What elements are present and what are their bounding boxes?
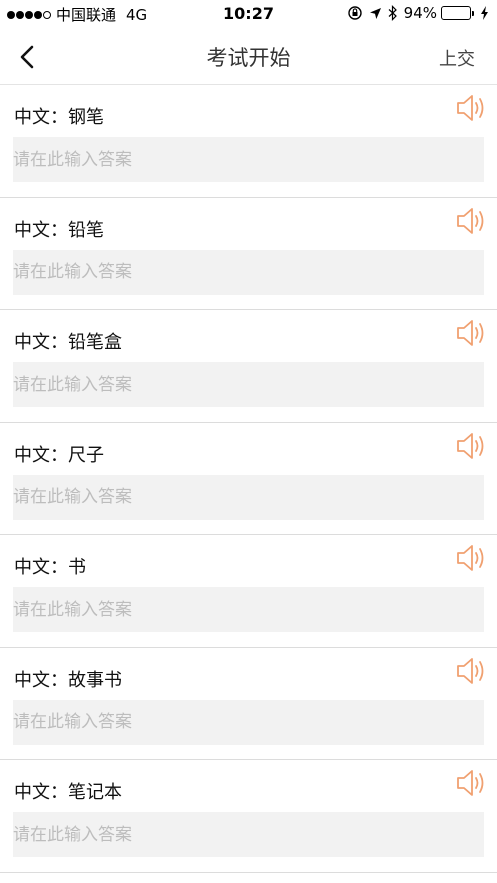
question-label: 中文：尺子 bbox=[14, 444, 104, 466]
submit-button[interactable]: 上交 bbox=[439, 45, 475, 71]
speaker-icon bbox=[457, 432, 484, 459]
speaker-button[interactable] bbox=[455, 766, 489, 800]
speaker-icon bbox=[457, 657, 484, 684]
question-label: 中文：铅笔盒 bbox=[14, 332, 122, 353]
speaker-icon bbox=[457, 95, 484, 121]
status-right: 94% bbox=[341, 4, 489, 22]
nav-bar: 考试开始 上交 bbox=[0, 28, 497, 85]
battery-icon bbox=[441, 6, 474, 20]
location-arrow-icon bbox=[369, 7, 382, 20]
screen: 中国联通 4G 10:27 94% 考试开始 上交 中文：钢笔 请在此输入答案 … bbox=[0, 0, 497, 883]
speaker-button[interactable] bbox=[455, 429, 489, 463]
answer-input[interactable] bbox=[13, 137, 484, 182]
question-item: 中文：铅笔 bbox=[0, 198, 497, 310]
question-list: 中文：钢笔 中文：铅笔 中文：铅笔盒 bbox=[0, 85, 497, 873]
speaker-icon bbox=[457, 770, 484, 796]
charging-bolt-icon bbox=[480, 6, 489, 20]
answer-input[interactable] bbox=[13, 474, 484, 520]
page-title: 考试开始 bbox=[206, 46, 291, 70]
status-bar: 中国联通 4G 10:27 94% bbox=[0, 0, 497, 28]
answer-input[interactable] bbox=[13, 812, 484, 857]
battery-percent: 94% bbox=[403, 4, 437, 22]
answer-input[interactable] bbox=[13, 362, 484, 407]
speaker-button[interactable] bbox=[455, 654, 489, 688]
question-item: 中文：铅笔盒 bbox=[0, 310, 497, 423]
question-item: 中文：尺子 bbox=[0, 423, 497, 535]
speaker-button[interactable] bbox=[455, 541, 489, 575]
speaker-button[interactable] bbox=[455, 316, 489, 350]
question-item: 中文：笔记本 bbox=[0, 760, 497, 873]
question-label: 中文：钢笔 bbox=[14, 107, 104, 128]
answer-input[interactable] bbox=[13, 249, 484, 295]
speaker-button[interactable] bbox=[455, 91, 489, 125]
answer-input[interactable] bbox=[13, 587, 484, 632]
question-label: 中文：书 bbox=[14, 557, 86, 578]
answer-input[interactable] bbox=[13, 699, 484, 745]
question-item: 中文：故事书 bbox=[0, 648, 497, 760]
speaker-icon bbox=[457, 207, 484, 234]
question-label: 中文：笔记本 bbox=[14, 782, 122, 803]
question-item: 中文：书 bbox=[0, 535, 497, 648]
orientation-lock-icon bbox=[347, 5, 363, 21]
question-label: 中文：故事书 bbox=[14, 669, 122, 691]
speaker-button[interactable] bbox=[455, 204, 489, 238]
speaker-icon bbox=[457, 320, 484, 346]
question-item: 中文：钢笔 bbox=[0, 85, 497, 198]
bluetooth-icon bbox=[388, 5, 398, 21]
question-label: 中文：铅笔 bbox=[14, 219, 104, 241]
speaker-icon bbox=[457, 545, 484, 571]
